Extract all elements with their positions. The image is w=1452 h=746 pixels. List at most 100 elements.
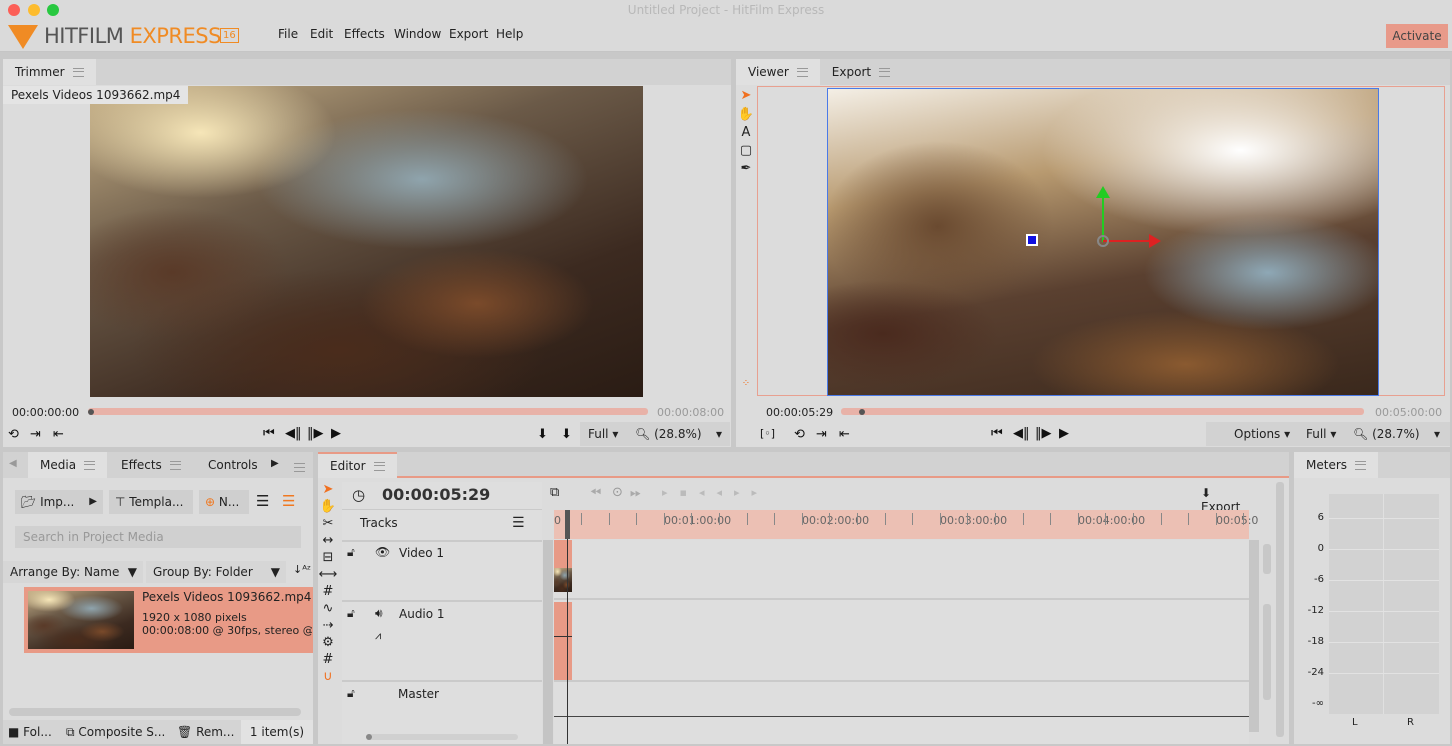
editor-vertical-scrollbar[interactable] — [1276, 482, 1284, 737]
video-track-visibility-icon[interactable]: 👁︎ — [375, 545, 390, 559]
x-axis-gizmo[interactable] — [1103, 240, 1151, 242]
timeline-playhead[interactable] — [567, 510, 568, 744]
tab-viewer[interactable]: Viewer — [736, 59, 820, 85]
select-tool-icon[interactable]: ➤ — [736, 88, 756, 103]
y-arrow-icon[interactable] — [1096, 186, 1110, 198]
viewer-quality-select[interactable]: Full ▾ — [1306, 427, 1336, 441]
trimmer-scrubber[interactable] — [88, 408, 648, 415]
viewer-zoom-select[interactable]: 🔍︎ (28.7%) — [1353, 427, 1420, 441]
templates-button[interactable]: ⊤ Templa... — [109, 490, 193, 514]
audio-track-scrollbar[interactable] — [1263, 604, 1271, 700]
arrange-by-select[interactable]: Arrange By: Name ▼ — [3, 561, 143, 583]
grid-icon[interactable]: # — [318, 652, 338, 667]
playhead-handle[interactable] — [565, 510, 570, 539]
track-zoom-slider[interactable] — [366, 734, 518, 740]
tracks-menu-icon[interactable]: ☰ — [512, 515, 525, 531]
settings-gear-icon[interactable]: ⚙ — [318, 635, 338, 650]
master-track-lock-icon[interactable]: 🔓︎ — [347, 686, 355, 701]
edit-point-icons[interactable]: ▸▪◂◂▸▸ — [662, 486, 769, 499]
set-in-icon[interactable]: ⇥ — [816, 427, 827, 442]
menu-file[interactable]: File — [278, 27, 298, 41]
set-out-icon[interactable]: ⇤ — [839, 427, 850, 442]
menu-effects[interactable]: Effects — [344, 27, 385, 41]
audio-track-mute-icon[interactable]: 🔊︎ — [375, 606, 383, 621]
menu-icon[interactable] — [373, 461, 385, 471]
step-back-icon[interactable]: ◀‖ — [1013, 426, 1030, 441]
list-view-icon[interactable]: ☰ — [256, 492, 269, 510]
trimmer-playhead[interactable] — [88, 408, 94, 415]
editor-timecode[interactable]: 00:00:05:29 — [382, 485, 490, 504]
tabs-scroll-left-icon[interactable]: ◀ — [9, 458, 17, 469]
menu-icon[interactable] — [169, 460, 181, 470]
viewer-options-select[interactable]: Options ▾ — [1234, 427, 1290, 441]
play-icon[interactable]: ▶ — [1059, 426, 1069, 441]
tracks-splitter[interactable] — [543, 540, 553, 744]
step-forward-icon[interactable]: ‖▶ — [307, 426, 324, 441]
import-button[interactable]: 📂︎ Imp... ▶ — [15, 490, 103, 514]
trimmer-zoom-select[interactable]: 🔍︎ (28.8%) — [635, 427, 702, 441]
play-icon[interactable]: ▶ — [331, 426, 341, 441]
hand-tool-icon[interactable]: ✋ — [318, 499, 338, 514]
hand-tool-icon[interactable]: ✋ — [736, 107, 756, 122]
x-arrow-icon[interactable] — [1149, 234, 1161, 248]
set-in-icon[interactable]: ⇥ — [30, 427, 41, 442]
storyboard-icon[interactable]: ⧉ — [550, 485, 559, 500]
set-out-icon[interactable]: ⇤ — [53, 427, 64, 442]
tab-trimmer[interactable]: Trimmer — [3, 59, 96, 85]
timeline-ruler[interactable]: 0 00:01:00:00 00:02:00:00 00:03:00:00 00:04:… — [554, 510, 1258, 539]
track-select-tool-icon[interactable]: ⇢ — [318, 618, 338, 633]
composite-shot-button[interactable]: ⧉ Composite S... — [66, 725, 165, 740]
trimmer-zoom-dropdown[interactable]: ▾ — [716, 427, 722, 441]
new-folder-button[interactable]: ■ Fol... — [8, 725, 52, 739]
video-clip[interactable] — [554, 540, 572, 568]
import-menu-arrow-icon[interactable]: ▶ — [89, 490, 97, 514]
audio-clip[interactable] — [554, 602, 572, 680]
fullscreen-icon[interactable]: [◦] — [760, 427, 775, 440]
tab-effects[interactable]: Effects — [109, 452, 193, 478]
timeline-tracks-area[interactable] — [554, 510, 1249, 744]
tab-editor[interactable]: Editor — [318, 452, 397, 478]
tab-controls[interactable]: Controls — [196, 452, 270, 478]
master-level-line[interactable] — [554, 716, 1249, 717]
tab-media[interactable]: Media — [28, 452, 108, 478]
menu-window[interactable]: Window — [394, 27, 441, 41]
menu-help[interactable]: Help — [496, 27, 523, 41]
trimmer-video-preview[interactable] — [90, 86, 643, 397]
media-item[interactable]: Pexels Videos 1093662.mp4 1920 x 1080 pi… — [24, 587, 313, 653]
menu-icon[interactable] — [84, 460, 96, 470]
loop-icon[interactable]: ⟲ — [8, 427, 19, 442]
group-by-select[interactable]: Group By: Folder ▼ — [146, 561, 286, 583]
position-gizmo-center[interactable] — [1097, 235, 1109, 247]
menu-export[interactable]: Export — [449, 27, 488, 41]
snap-points-icon[interactable]: ⁘ — [736, 378, 756, 389]
zoom-slider-handle[interactable] — [366, 734, 372, 740]
menu-icon[interactable] — [1355, 460, 1367, 470]
menu-edit[interactable]: Edit — [310, 27, 333, 41]
trimmer-quality-select[interactable]: Full ▾ — [588, 427, 618, 441]
media-search-input[interactable]: Search in Project Media — [15, 526, 301, 548]
menu-icon[interactable] — [72, 67, 84, 77]
viewer-zoom-dropdown[interactable]: ▾ — [1434, 427, 1440, 441]
video-track-lock-icon[interactable]: 🔓︎ — [347, 545, 355, 560]
go-to-start-icon[interactable]: ⏮ — [991, 426, 1003, 441]
roll-tool-icon[interactable]: # — [318, 584, 338, 599]
anchor-point-handle[interactable] — [1026, 234, 1038, 246]
select-tool-icon[interactable]: ➤ — [318, 482, 338, 497]
previous-marker-icon[interactable]: ⏪︎ — [590, 485, 601, 501]
video-clip-thumbnail[interactable] — [554, 568, 572, 592]
insert-clip-icon[interactable]: ⬇ — [537, 427, 548, 442]
slip-tool-icon[interactable]: ↔ — [318, 533, 338, 548]
tab-meters[interactable]: Meters — [1294, 452, 1379, 478]
audio-envelope-icon[interactable]: ⩘ — [375, 629, 381, 643]
slide-tool-icon[interactable]: ⊟ — [318, 550, 338, 565]
rectangle-mask-tool-icon[interactable]: ▢ — [736, 143, 756, 158]
menu-icon[interactable] — [796, 67, 808, 77]
razor-tool-icon[interactable]: ✂ — [318, 516, 338, 531]
viewer-scrubber[interactable] — [841, 408, 1364, 415]
detail-view-icon[interactable]: ☰ — [282, 492, 295, 510]
timeline-vertical-splitter[interactable] — [1249, 540, 1259, 732]
snap-magnet-icon[interactable]: ∪ — [318, 669, 338, 684]
media-horizontal-scrollbar[interactable] — [9, 708, 301, 716]
activate-button[interactable]: Activate — [1386, 24, 1448, 48]
new-item-button[interactable]: ⊕ N... — [199, 490, 249, 514]
